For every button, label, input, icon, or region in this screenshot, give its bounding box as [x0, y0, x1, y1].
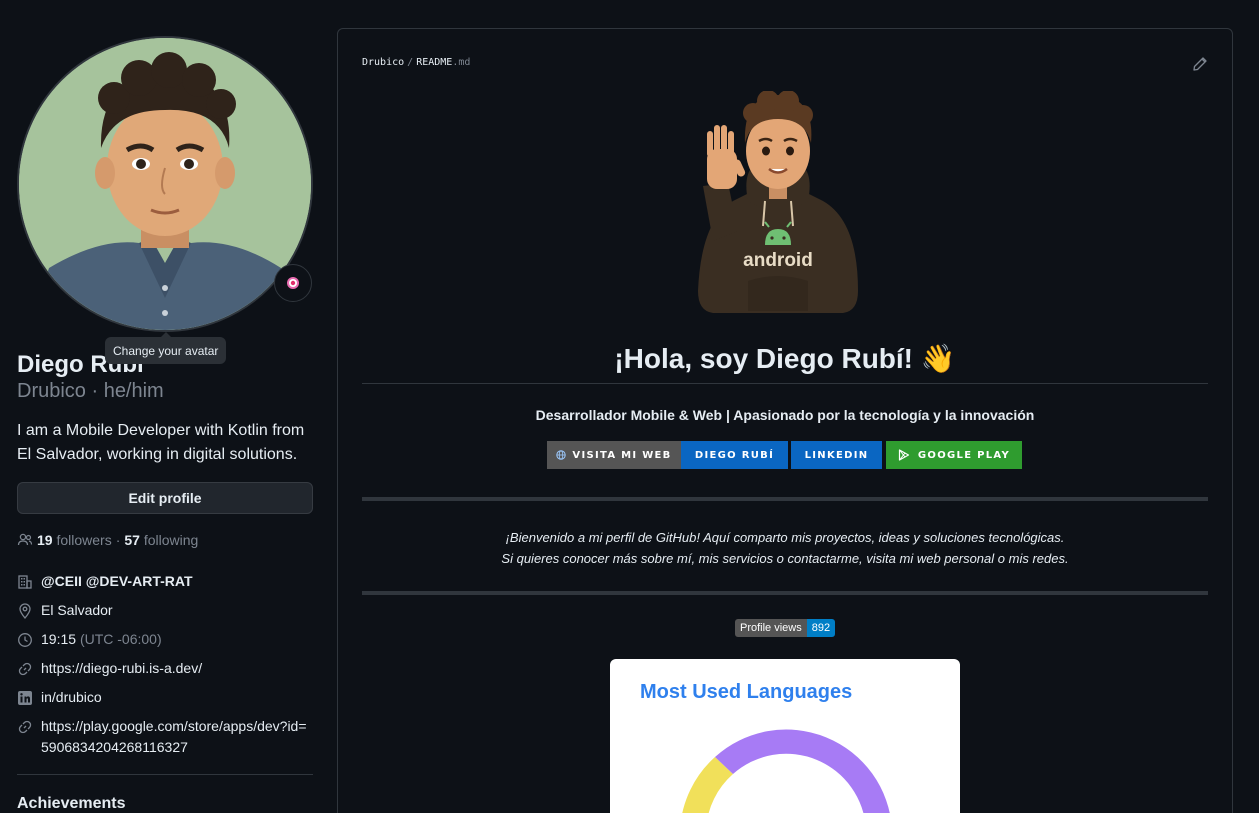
avatar-container	[17, 36, 313, 332]
welcome-text: ¡Bienvenido a mi perfil de GitHub! Aquí …	[362, 527, 1208, 569]
link-icon	[18, 720, 32, 733]
timezone: (UTC -06:00)	[79, 631, 162, 647]
welcome-line-2: Si quieres conocer más sobre mí, mis ser…	[501, 551, 1069, 566]
profile-views-count: 892	[806, 619, 836, 637]
clock-icon	[18, 632, 32, 647]
avatar-tooltip: Change your avatar	[105, 332, 227, 364]
followers-link[interactable]: 19 followers	[37, 532, 112, 548]
name-badge-label: Diego Rubí	[694, 449, 775, 461]
profile-views-label: Profile views	[735, 619, 807, 637]
org-item: @CEII @DEV-ART-RAT	[17, 571, 313, 592]
target-icon	[287, 277, 299, 289]
breadcrumb-file: README	[416, 57, 453, 68]
breadcrumb-separator: /	[407, 57, 414, 68]
google-play-badge[interactable]: Google Play	[886, 441, 1022, 469]
welcome-line-1: ¡Bienvenido a mi perfil de GitHub! Aquí …	[505, 530, 1065, 545]
set-status-button[interactable]	[274, 264, 312, 302]
follow-separator: ·	[115, 532, 121, 548]
following-label: following	[143, 532, 199, 548]
languages-donut	[682, 729, 890, 813]
local-time: 19:15	[41, 631, 77, 647]
edit-profile-button[interactable]: Edit profile	[17, 482, 313, 514]
linkedin-badge[interactable]: LinkedIn	[791, 441, 882, 469]
breadcrumb-ext: .md	[452, 57, 471, 68]
readme-rule-2	[362, 591, 1208, 595]
google-play-icon	[898, 449, 910, 461]
organization-icon	[18, 574, 32, 589]
profile-bio: I am a Mobile Developer with Kotlin from…	[17, 422, 305, 463]
pencil-icon	[1193, 57, 1207, 71]
website-item: https://diego-rubi.is-a.dev/	[17, 658, 313, 679]
following-count: 57	[124, 532, 140, 548]
follow-stats: 19 followers · 57 following	[17, 532, 198, 548]
linkedin-icon	[18, 690, 32, 705]
readme-tagline: Desarrollador Mobile & Web | Apasionado …	[535, 407, 1035, 423]
profile-views-badge: Profile views 892	[735, 619, 836, 637]
profile-login: Drubico · he/him	[17, 380, 164, 402]
location-icon	[19, 602, 31, 619]
donut-segment-purple	[715, 729, 890, 813]
followers-count: 19	[37, 532, 53, 548]
profile-details: @CEII @DEV-ART-RAT El Salvador 19:15 (UT…	[17, 571, 313, 766]
visit-web-label: Visita mi web	[572, 449, 672, 461]
play-item: https://play.google.com/store/apps/dev?i…	[17, 716, 313, 758]
sidebar-divider	[17, 774, 313, 775]
people-icon	[17, 533, 33, 546]
linkedin-link[interactable]: in/drubico	[41, 687, 102, 708]
breadcrumb-repo[interactable]: Drubico	[362, 57, 404, 68]
play-store-link[interactable]: https://play.google.com/store/apps/dev?i…	[41, 716, 309, 758]
website-link[interactable]: https://diego-rubi.is-a.dev/	[41, 658, 202, 679]
languages-card: Most Used Languages	[610, 659, 960, 813]
following-link[interactable]: 57 following	[124, 532, 198, 548]
badge-row: Visita mi web Diego Rubí LinkedIn Google…	[547, 441, 1022, 469]
time-item: 19:15 (UTC -06:00)	[17, 629, 313, 650]
location-item: El Salvador	[17, 600, 313, 621]
followers-label: followers	[56, 532, 112, 548]
avatar-illustration	[19, 38, 311, 330]
avatar[interactable]	[17, 36, 313, 332]
org-text[interactable]: @CEII @DEV-ART-RAT	[41, 571, 193, 592]
readme-panel: Drubico / README.md android ¡Hola, soy D…	[337, 28, 1233, 813]
linkedin-badge-label: LinkedIn	[804, 449, 869, 461]
globe-icon	[556, 450, 567, 460]
readme-breadcrumb: Drubico / README.md	[362, 57, 470, 68]
edit-readme-button[interactable]	[1192, 56, 1208, 72]
profile-sidebar: Diego Rubí Change your avatar Drubico · …	[17, 0, 313, 813]
location-text: El Salvador	[41, 602, 113, 618]
link-icon	[18, 662, 32, 675]
readme-hero-image: android	[698, 91, 858, 313]
google-play-label: Google Play	[917, 449, 1011, 461]
name-badge[interactable]: Diego Rubí	[681, 441, 788, 469]
visit-web-badge[interactable]: Visita mi web	[547, 441, 681, 469]
linkedin-item: in/drubico	[17, 687, 313, 708]
readme-heading: ¡Hola, soy Diego Rubí! 👋	[362, 342, 1208, 384]
hoodie-text: android	[743, 250, 813, 271]
achievements-heading[interactable]: Achievements	[17, 795, 126, 813]
readme-rule-1	[362, 497, 1208, 501]
